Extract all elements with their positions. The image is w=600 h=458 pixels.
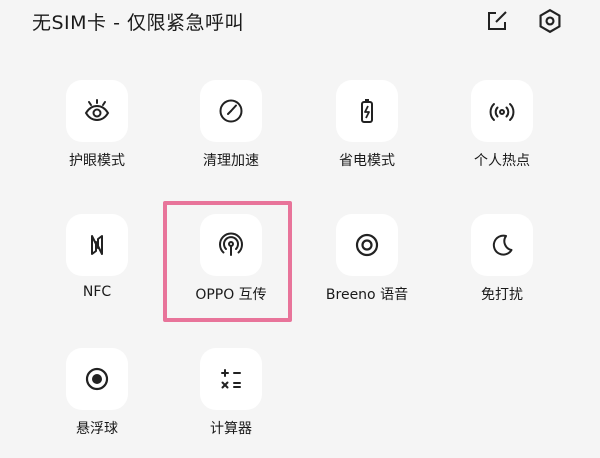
tile-label: 免打扰 [481, 287, 523, 303]
settings-icon[interactable] [537, 8, 563, 34]
tile-icon-box [471, 80, 533, 142]
speed-gauge-icon [217, 97, 245, 125]
tile-icon-box [336, 80, 398, 142]
tile-nfc[interactable]: NFC [32, 214, 162, 324]
tile-hotspot[interactable]: 个人热点 [437, 80, 567, 190]
tile-power-saving[interactable]: 省电模式 [302, 80, 432, 190]
tile-oppo-share[interactable]: OPPO 互传 [166, 214, 296, 324]
oppo-share-icon [217, 231, 245, 259]
tile-icon-box [200, 348, 262, 410]
tile-label: 护眼模式 [69, 153, 125, 169]
moon-icon [488, 231, 516, 259]
tile-label: 清理加速 [203, 153, 259, 169]
tile-icon-box [471, 214, 533, 276]
tile-icon-box [336, 214, 398, 276]
tile-icon-box [66, 80, 128, 142]
edit-icon[interactable] [484, 8, 510, 34]
tile-label: NFC [82, 284, 112, 300]
tile-icon-box [66, 214, 128, 276]
tile-label: Breeno 语音 [325, 287, 409, 303]
tile-label: 计算器 [210, 421, 252, 437]
nfc-icon [83, 231, 111, 259]
tile-clean-speedup[interactable]: 清理加速 [166, 80, 296, 190]
tile-label: 个人热点 [474, 153, 530, 169]
status-text: 无SIM卡 - 仅限紧急呼叫 [32, 12, 244, 34]
hotspot-icon [488, 97, 516, 125]
tile-calculator[interactable]: 计算器 [166, 348, 296, 458]
breeno-icon [353, 231, 381, 259]
tile-breeno-voice[interactable]: Breeno 语音 [302, 214, 432, 324]
eye-icon [83, 97, 111, 125]
tile-eye-protection[interactable]: 护眼模式 [32, 80, 162, 190]
battery-icon [353, 97, 381, 125]
calculator-icon [217, 365, 245, 393]
tile-label: OPPO 互传 [195, 287, 267, 303]
tile-label: 悬浮球 [76, 421, 118, 437]
tile-floating-ball[interactable]: 悬浮球 [32, 348, 162, 458]
tile-icon-box [66, 348, 128, 410]
floating-ball-icon [83, 365, 111, 393]
tile-icon-box [200, 214, 262, 276]
tile-icon-box [200, 80, 262, 142]
tile-label: 省电模式 [339, 153, 395, 169]
tile-do-not-disturb[interactable]: 免打扰 [437, 214, 567, 324]
